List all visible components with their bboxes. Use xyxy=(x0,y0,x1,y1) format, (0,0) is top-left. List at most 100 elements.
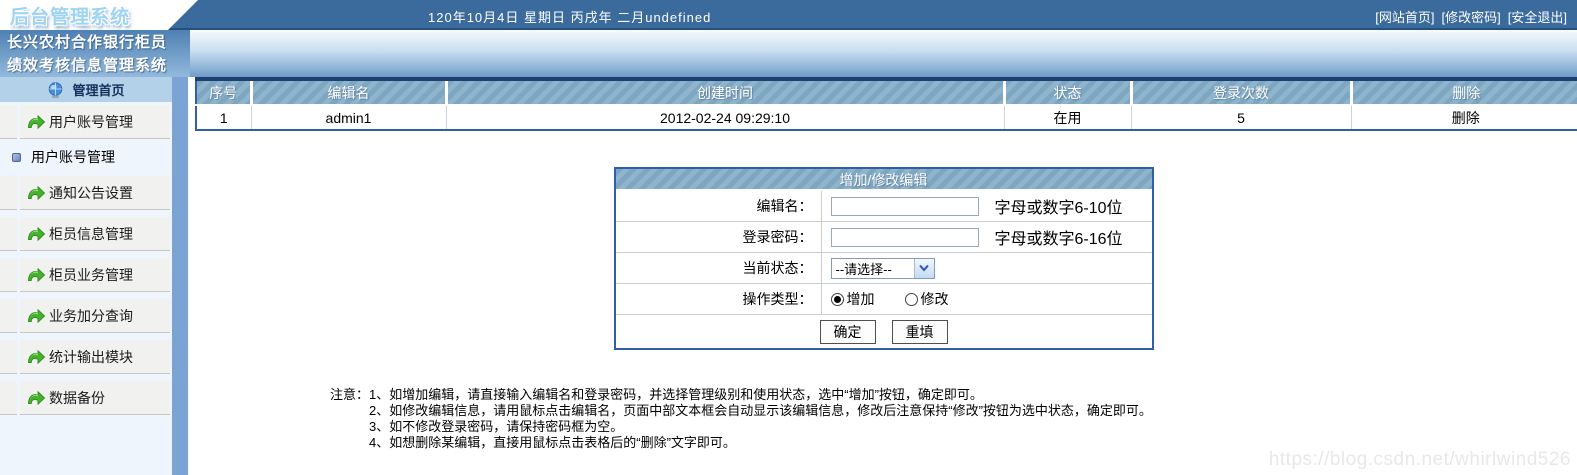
sidebar-title: 长兴农村合作银行柜员 绩效考核信息管理系统 xyxy=(0,30,190,77)
cell-status: 在用 xyxy=(1003,105,1131,130)
menu-item-box: 柜员业务管理 xyxy=(20,258,170,292)
submit-button[interactable]: 确定 xyxy=(819,319,876,344)
password-field: 字母或数字6-16位 xyxy=(820,222,1152,252)
note-line-2: 2、如修改编辑信息，请用鼠标点击编辑名，页面中部文本框会自动显示该编辑信息，修改… xyxy=(369,403,1152,418)
menu-stub xyxy=(0,105,17,139)
editor-name-hint: 字母或数字6-10位 xyxy=(994,200,1123,217)
table-col-header-3: 状态 xyxy=(1002,79,1131,106)
note-lines: 1、如增加编辑，请直接输入编辑名和登录密码，并选择管理级别和使用状态，选中“增加… xyxy=(369,387,1152,451)
editor-name-field: 字母或数字6-10位 xyxy=(820,191,1152,221)
cell-login-count: 5 xyxy=(1130,105,1351,130)
menu-item-box: 数据备份 xyxy=(20,381,170,415)
sidebar-subitem-user-account-mgmt-sub[interactable]: 用户账号管理 xyxy=(0,146,172,168)
menu-stub xyxy=(0,258,17,292)
menu-stub xyxy=(0,299,17,333)
sidebar-home[interactable]: 管理首页 xyxy=(0,77,172,102)
table-body: 1 admin1 2012-02-24 09:29:10 在用 5 删除 xyxy=(196,105,1577,130)
sidebar-strip xyxy=(172,77,188,475)
radio-modify-icon[interactable] xyxy=(904,292,918,306)
form-title: 增加/修改编辑 xyxy=(615,169,1152,191)
main-content: 序号 编辑名 创建时间 状态 登录次数 删除 1 admin1 2012-02-24 09:2… xyxy=(190,77,1577,475)
menu-stub xyxy=(0,217,17,251)
menu-item-label: 用户账号管理 xyxy=(49,113,133,130)
password-input[interactable] xyxy=(830,227,979,247)
sidebar-item-data-backup[interactable]: 数据备份 xyxy=(0,381,172,415)
table-col-header-4: 登录次数 xyxy=(1129,79,1351,106)
green-arrow-icon xyxy=(27,185,46,201)
status-label: 当前状态： xyxy=(742,260,813,276)
watermark: https://blog.csdn.net/whirlwind526 xyxy=(1268,449,1571,470)
editor-name-row: 编辑名： 字母或数字6-10位 xyxy=(615,191,1152,222)
radio-option-modify[interactable]: 修改 xyxy=(904,289,949,309)
radio-modify-label: 修改 xyxy=(920,291,949,307)
table-col-header-5: 删除 xyxy=(1349,79,1577,106)
sidebar-item-business-bonus-query[interactable]: 业务加分查询 xyxy=(0,299,172,333)
form-buttons: 确定 重填 xyxy=(616,315,1152,348)
menu-item-label: 柜员业务管理 xyxy=(49,266,133,283)
change-password-link[interactable]: [修改密码] xyxy=(1442,7,1501,26)
sidebar-item-user-account-mgmt[interactable]: 用户账号管理 xyxy=(0,105,172,139)
password-row: 登录密码： 字母或数字6-16位 xyxy=(615,222,1152,253)
menu-item-label: 业务加分查询 xyxy=(49,307,133,324)
radio-add-label: 增加 xyxy=(846,291,875,307)
note-line-1: 1、如增加编辑，请直接输入编辑名和登录密码，并选择管理级别和使用状态，选中“增加… xyxy=(369,387,983,402)
editor-name-link[interactable]: admin1 xyxy=(250,105,446,130)
radio-option-add[interactable]: 增加 xyxy=(830,289,875,309)
radio-add-icon[interactable] xyxy=(830,292,844,306)
green-arrow-icon xyxy=(27,308,46,324)
sidebar-item-teller-info-mgmt[interactable]: 柜员信息管理 xyxy=(0,217,172,251)
cell-created-time: 2012-02-24 09:29:10 xyxy=(445,105,1004,130)
sidebar-title-line1: 长兴农村合作银行柜员 xyxy=(7,34,168,51)
status-select[interactable]: --请选择-- xyxy=(830,257,935,279)
menu-item-label: 柜员信息管理 xyxy=(49,225,133,242)
logout-link[interactable]: [安全退出] xyxy=(1508,7,1567,26)
note-line-4: 4、如想删除某编辑，直接用鼠标点击表格后的“删除”文字即可。 xyxy=(369,435,736,450)
editor-name-label: 编辑名： xyxy=(756,198,813,214)
table-col-header-0: 序号 xyxy=(196,79,251,106)
table-header-row: 序号 编辑名 创建时间 状态 登录次数 删除 xyxy=(196,79,1577,106)
green-arrow-icon xyxy=(27,267,46,283)
sidebar-menu: 用户账号管理 用户账号管理 通知公告设置 柜员信息管理 柜员业务管理 业务加分查询 统计输出… xyxy=(0,102,172,475)
submenu-label: 用户账号管理 xyxy=(31,149,115,165)
header-band xyxy=(0,30,1577,77)
editor-form: 增加/修改编辑 编辑名： 字母或数字6-10位 登录密码： 字母或数字6-16位… xyxy=(613,167,1154,350)
topbar: 120年10月4日 星期日 丙戌年 二月undefined [网站首页] [修改密… xyxy=(0,0,1577,30)
menu-item-label: 数据备份 xyxy=(49,389,105,406)
green-arrow-icon xyxy=(27,349,46,365)
green-arrow-icon xyxy=(27,114,46,130)
date-text: 120年10月4日 星期日 丙戌年 二月undefined xyxy=(428,10,712,25)
password-hint: 字母或数字6-16位 xyxy=(994,231,1123,248)
editors-table: 序号 编辑名 创建时间 状态 登录次数 删除 1 admin1 2012-02-24 09:2… xyxy=(195,77,1577,131)
logo-text: 后台管理系统 xyxy=(10,7,131,28)
sidebar-title-line2: 绩效考核信息管理系统 xyxy=(7,57,168,74)
menu-item-label: 通知公告设置 xyxy=(49,184,133,201)
status-row: 当前状态： --请选择-- xyxy=(615,253,1152,284)
menu-item-box: 用户账号管理 xyxy=(20,105,170,139)
sidebar-item-notice-settings[interactable]: 通知公告设置 xyxy=(0,176,172,210)
notes: 注意： 1、如增加编辑，请直接输入编辑名和登录密码，并选择管理级别和使用状态，选… xyxy=(330,387,1577,451)
menu-item-box: 统计输出模块 xyxy=(20,340,170,374)
table-row: 1 admin1 2012-02-24 09:29:10 在用 5 删除 xyxy=(196,105,1577,130)
home-link[interactable]: [网站首页] xyxy=(1375,7,1434,26)
note-line-3: 3、如不修改登录密码，请保持密码框为空。 xyxy=(369,419,624,434)
password-label: 登录密码： xyxy=(742,229,813,245)
sidebar-item-stats-output-module[interactable]: 统计输出模块 xyxy=(0,340,172,374)
menu-item-box: 柜员信息管理 xyxy=(20,217,170,251)
sidebar-item-teller-business-mgmt[interactable]: 柜员业务管理 xyxy=(0,258,172,292)
menu-stub xyxy=(0,340,17,374)
cell-index: 1 xyxy=(196,105,251,130)
notes-prefix: 注意： xyxy=(330,387,370,402)
delete-link[interactable]: 删除 xyxy=(1350,105,1577,130)
reset-button[interactable]: 重填 xyxy=(891,319,948,344)
logo: 后台管理系统 xyxy=(0,0,198,30)
op-type-field: 增加 修改 xyxy=(820,284,1152,314)
editor-name-input[interactable] xyxy=(830,196,979,216)
table-col-header-2: 创建时间 xyxy=(444,79,1004,106)
green-arrow-icon xyxy=(27,390,46,406)
menu-item-box: 通知公告设置 xyxy=(20,176,170,210)
menu-item-label: 统计输出模块 xyxy=(49,348,133,365)
menu-item-box: 业务加分查询 xyxy=(20,299,170,333)
op-type-row: 操作类型： 增加 修改 xyxy=(615,284,1152,315)
chevron-down-icon[interactable] xyxy=(913,258,934,278)
menu-stub xyxy=(0,176,17,210)
